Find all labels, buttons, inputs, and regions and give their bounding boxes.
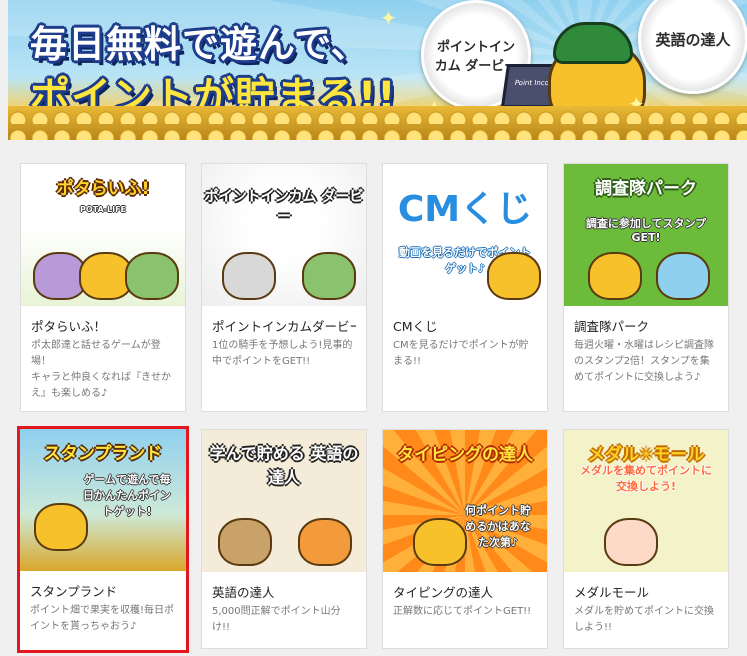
game-card-title: スタンプランド — [30, 584, 118, 599]
game-card-chosatai-park[interactable]: 調査隊パーク 調査に参加してスタンプGET! 調査隊パーク 毎週火曜・水曜はレシ… — [563, 163, 729, 412]
game-card-description: 毎週火曜・水曜はレシピ調査隊のスタンプ2倍！スタンプを集めてポイントに交換しよう… — [574, 340, 714, 383]
game-card-typing-no-tatsujin[interactable]: タイピングの達人 何ポイント貯めるかはあなた次第♪ タイピングの達人 正解数に応… — [382, 429, 548, 649]
game-card-cm-kuji[interactable]: CMくじ 動画を見るだけでポイントゲット♪ CMくじ CMを見るだけでポイントが… — [382, 163, 548, 412]
game-card-derby[interactable]: ポイントインカム ダービー ポイントインカムダービー 1位の騎手を予想しよう!見… — [201, 163, 367, 412]
hero-banner[interactable]: 毎日無料で遊んで、 ポイントが貯まる!! ポイントインカム ダービー 英語の達人… — [8, 0, 747, 140]
game-card-description: メダルを貯めてポイントに交換しよう!! — [574, 606, 714, 633]
game-thumbnail: スタンプランド ゲームで遊んで毎日かんたんポイントゲット! — [20, 429, 186, 571]
game-thumbnail: CMくじ 動画を見るだけでポイントゲット♪ — [383, 164, 547, 306]
character-icon — [34, 503, 88, 551]
game-thumbnail: タイピングの達人 何ポイント貯めるかはあなた次第♪ — [383, 430, 547, 572]
game-card-description: CMを見るだけでポイントが貯まる!! — [393, 340, 529, 367]
thumbnail-subtitle: POTA-LIFE — [79, 205, 126, 214]
game-card-pota-life[interactable]: ポタらいふ! POTA-LIFE ポタらいふ！ ポ太郎達と話せるゲームが登場！ … — [20, 163, 186, 412]
game-thumbnail: ポイントインカム ダービー — [202, 164, 366, 306]
character-icon — [298, 518, 352, 566]
game-card-description: ポ太郎達と話せるゲームが登場！ キャラと仲良くなれば『きせかえ』も楽しめる♪ — [31, 340, 171, 399]
game-thumbnail: 学んで貯める 英語の達人 — [202, 430, 366, 572]
game-list-page: 毎日無料で遊んで、 ポイントが貯まる!! ポイントインカム ダービー 英語の達人… — [0, 0, 747, 656]
game-card-title: メダルモール — [574, 585, 650, 600]
game-card-eigo-no-tatsujin[interactable]: 学んで貯める 英語の達人 英語の達人 5,000問正解でポイント山分け!! — [201, 429, 367, 649]
character-icon — [604, 518, 658, 566]
thumbnail-title: ポタらいふ! — [56, 179, 150, 199]
mascot-hat-icon — [553, 22, 633, 64]
game-thumbnail: ポタらいふ! POTA-LIFE — [21, 164, 185, 306]
game-card-title: 英語の達人 — [212, 585, 275, 600]
thumbnail-title: CMくじ — [397, 189, 533, 230]
thumbnail-title: タイピングの達人 — [397, 445, 533, 465]
game-thumbnail: メダル✳モール メダルを集めてポイントに交換しよう! — [564, 430, 728, 572]
character-icon — [487, 252, 541, 300]
character-icon — [656, 252, 710, 300]
thumbnail-title: スタンプランド — [43, 444, 163, 464]
thumbnail-subtitle: メダルを集めてポイントに交換しよう! — [580, 464, 712, 493]
thumbnail-subtitle: 調査に参加してスタンプGET! — [585, 217, 707, 244]
game-card-medal-mall[interactable]: メダル✳モール メダルを集めてポイントに交換しよう! メダルモール メダルを貯め… — [563, 429, 729, 649]
thumbnail-subtitle: 何ポイント貯めるかはあなた次第♪ — [465, 504, 531, 549]
character-icon — [302, 252, 356, 300]
game-card-stamp-land[interactable]: スタンプランド ゲームで遊んで毎日かんたんポイントゲット! スタンプランド ポイ… — [17, 426, 189, 653]
sparkle-icon: ✦ — [380, 6, 397, 30]
thumbnail-title: 学んで貯める 英語の達人 — [209, 444, 359, 487]
eigo-medal-label: 英語の達人 — [655, 30, 731, 49]
game-card-description: ポイント畑で果実を収穫!毎日ポイントを貰っちゃおう♪ — [30, 605, 175, 632]
game-card-title: タイピングの達人 — [393, 585, 494, 600]
game-card-title: ポイントインカムダービー — [212, 319, 356, 334]
coins-decoration — [8, 106, 747, 140]
thumbnail-title: 調査隊パーク — [595, 179, 697, 199]
banner-headline-line1: 毎日無料で遊んで、 — [30, 23, 369, 66]
character-icon — [125, 252, 179, 300]
game-card-title: 調査隊パーク — [574, 319, 650, 334]
game-card-description: 5,000問正解でポイント山分け!! — [212, 606, 341, 633]
game-card-title: CMくじ — [393, 319, 438, 334]
character-icon — [218, 518, 272, 566]
character-icon — [588, 252, 642, 300]
game-card-description: 1位の騎手を予想しよう!見事的中でポイントをGET!! — [212, 340, 353, 367]
character-icon — [413, 518, 467, 566]
game-card-description: 正解数に応じてポイントGET!! — [393, 606, 532, 617]
thumbnail-title: ポイントインカム ダービー — [204, 189, 364, 225]
game-card-title: ポタらいふ！ — [31, 319, 107, 334]
horse-icon — [222, 252, 276, 300]
thumbnail-subtitle: ゲームで遊んで毎日かんたんポイントゲット! — [83, 473, 171, 518]
game-thumbnail: 調査隊パーク 調査に参加してスタンプGET! — [564, 164, 728, 306]
